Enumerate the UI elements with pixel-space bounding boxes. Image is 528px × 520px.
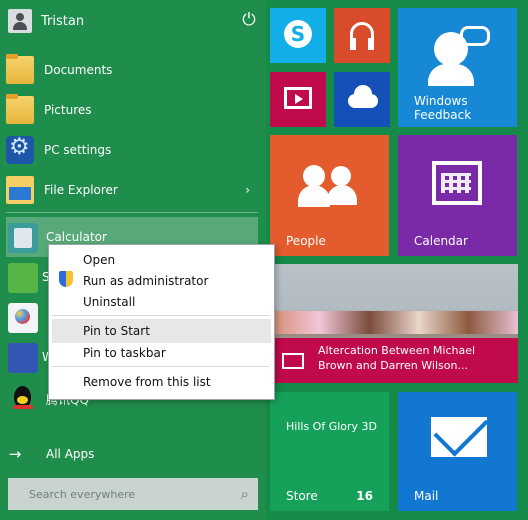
tile-video[interactable] [270, 72, 326, 127]
tile-label: Windows [414, 94, 468, 108]
tile-windows-feedback[interactable]: Windows Feedback [398, 8, 517, 127]
tile-label: Mail [414, 489, 439, 503]
tile-calendar[interactable]: Calendar [398, 135, 517, 256]
shield-icon [59, 271, 73, 287]
arrow-right-icon: → [8, 445, 22, 463]
app-icon[interactable] [8, 263, 38, 293]
tile-news[interactable]: Altercation Between Michael Brown and Dar… [270, 264, 518, 383]
chevron-right-icon[interactable]: › [245, 183, 250, 197]
menu-item-label: File Explorer [44, 183, 118, 197]
calendar-icon [432, 161, 482, 205]
context-menu: Open Run as administrator Uninstall Pin … [48, 244, 275, 400]
tiles-pane: S Windows Feedback People Calendar Alter… [266, 0, 528, 520]
search-icon[interactable]: ⌕ [241, 485, 249, 503]
context-item-pin-to-taskbar[interactable]: Pin to taskbar [83, 344, 166, 362]
store-title: Hills Of Glory 3D [286, 420, 378, 433]
tile-mail[interactable]: Mail [398, 392, 517, 511]
menu-item-file-explorer[interactable]: File Explorer › [6, 173, 258, 207]
people-body [298, 185, 330, 207]
menu-item-label: PC settings [44, 143, 112, 157]
menu-item-pc-settings[interactable]: PC settings [6, 133, 258, 167]
tile-label: People [286, 234, 326, 248]
people-body-2 [327, 185, 357, 205]
user-name: Tristan [41, 13, 85, 29]
pictures-icon [6, 94, 34, 124]
tile-label: Calendar [414, 234, 468, 248]
qq-icon[interactable] [8, 383, 38, 413]
calculator-icon [8, 223, 38, 253]
app-label: Calculator [46, 230, 107, 244]
menu-item-pictures[interactable]: Pictures [6, 93, 258, 127]
tile-people[interactable]: People [270, 135, 389, 256]
divider [6, 212, 258, 213]
feedback-body-icon [428, 64, 474, 86]
people-icon [303, 165, 325, 187]
chat-bubble-icon [460, 26, 490, 46]
context-separator [52, 366, 269, 367]
tile-skype[interactable]: S [270, 8, 326, 63]
play-icon [295, 94, 303, 104]
headphones-left [350, 38, 356, 50]
search-placeholder: Search everywhere [29, 487, 136, 501]
skype-icon: S [284, 20, 312, 48]
documents-icon [6, 54, 34, 84]
people-icon-2 [331, 166, 351, 186]
tile-label: Feedback [414, 108, 472, 122]
power-icon[interactable]: ⏻ [240, 11, 258, 29]
paint-icon[interactable] [8, 303, 38, 333]
menu-item-label: Documents [44, 63, 113, 77]
headphones-right [368, 38, 374, 50]
context-item-remove-from-list[interactable]: Remove from this list [83, 373, 211, 391]
news-headline: Altercation Between Michael [318, 344, 476, 357]
all-apps-button[interactable]: → All Apps [8, 442, 258, 466]
news-banner: Altercation Between Michael Brown and Dar… [270, 338, 518, 383]
mail-icon [431, 401, 489, 457]
menu-item-label: Pictures [44, 103, 92, 117]
news-icon [282, 353, 304, 369]
cloud-top [354, 85, 372, 103]
context-item-pin-to-start[interactable]: Pin to Start [83, 322, 150, 340]
app-icon[interactable] [8, 343, 38, 373]
settings-icon [6, 134, 34, 164]
user-account[interactable]: Tristan ⏻ [8, 6, 258, 36]
avatar [8, 9, 32, 33]
context-separator [52, 315, 269, 316]
context-item-uninstall[interactable]: Uninstall [83, 293, 135, 311]
store-badge: 16 [356, 489, 373, 503]
file-explorer-icon [6, 176, 34, 204]
tile-music[interactable] [334, 8, 390, 63]
tile-store[interactable]: Hills Of Glory 3D Store 16 [270, 392, 389, 511]
context-item-open[interactable]: Open [83, 251, 115, 269]
news-headline: Brown and Darren Wilson... [318, 359, 468, 372]
context-item-run-as-administrator[interactable]: Run as administrator [83, 272, 208, 290]
tile-onedrive[interactable] [334, 72, 390, 127]
search-input[interactable]: Search everywhere ⌕ [8, 478, 258, 510]
all-apps-label: All Apps [46, 447, 95, 461]
tile-label: Store [286, 489, 318, 503]
menu-item-documents[interactable]: Documents [6, 53, 258, 87]
